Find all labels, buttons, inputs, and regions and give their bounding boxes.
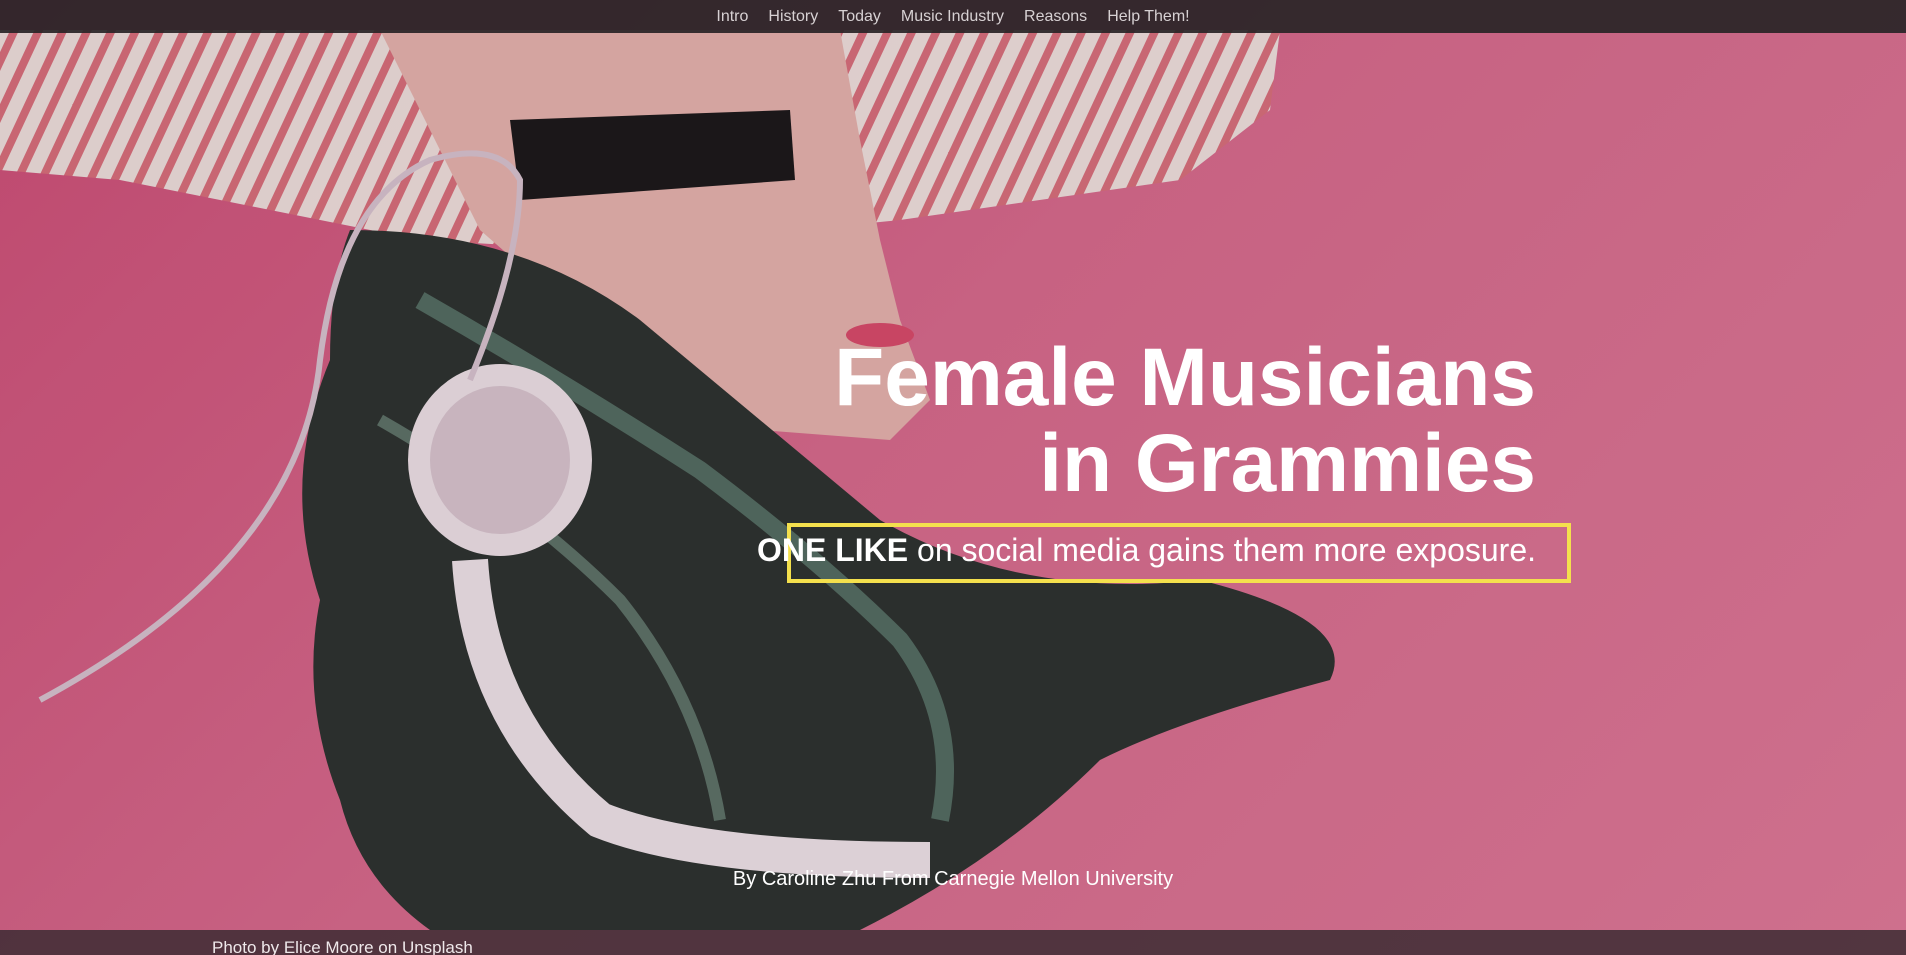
author-byline: By Caroline Zhu From Carnegie Mellon Uni… [732, 868, 1174, 890]
title-line-1: Female Musicians [834, 332, 1536, 423]
photo-credit: Photo by Elice Moore on Unsplash [212, 938, 473, 955]
top-nav: Intro History Today Music Industry Reaso… [0, 0, 1906, 33]
page: Intro History Today Music Industry Reaso… [0, 0, 1906, 955]
subtitle-emphasis: ONE LIKE [757, 532, 909, 568]
nav-item-help-them[interactable]: Help Them! [1107, 8, 1189, 26]
footer-bar: Photo by Elice Moore on Unsplash [0, 930, 1906, 955]
nav-item-reasons[interactable]: Reasons [1024, 8, 1087, 26]
nav-item-music-industry[interactable]: Music Industry [901, 8, 1004, 26]
page-title: Female Musicians in Grammies [834, 335, 1536, 507]
nav-item-today[interactable]: Today [838, 8, 881, 26]
nav-item-history[interactable]: History [768, 8, 818, 26]
nav-item-intro[interactable]: Intro [716, 8, 748, 26]
subtitle: ONE LIKE on social media gains them more… [757, 530, 1536, 570]
title-line-2: in Grammies [1039, 418, 1536, 509]
subtitle-text: on social media gains them more exposure… [908, 532, 1536, 568]
